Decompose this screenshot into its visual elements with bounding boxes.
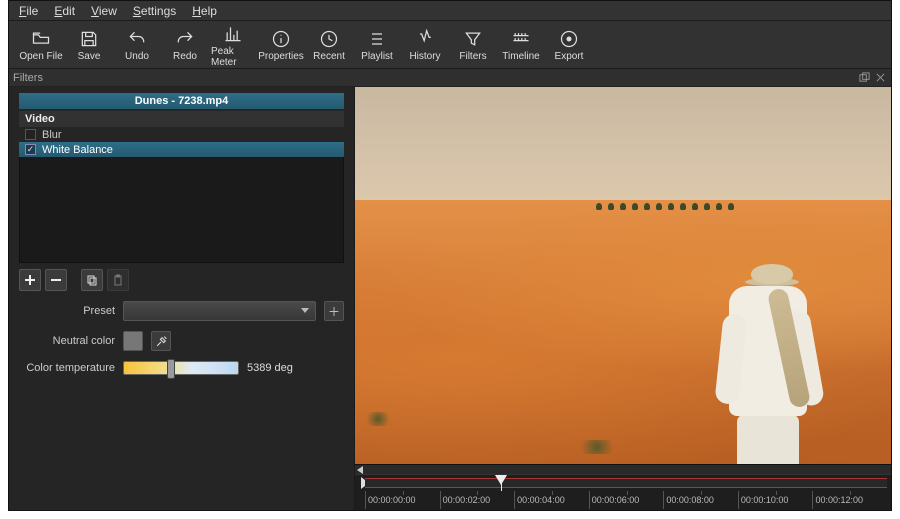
color-temperature-label: Color temperature (19, 362, 115, 374)
eyedropper-button[interactable] (151, 331, 171, 351)
copy-filter-button[interactable] (81, 269, 103, 291)
ruler-tick: 00:00:04:00 (514, 491, 589, 509)
color-temperature-slider[interactable] (123, 361, 239, 375)
filter-checkbox[interactable]: ✓ (25, 144, 36, 155)
preview-pane: 00:00:00:00 00:00:02:00 00:00:04:00 00:0… (355, 87, 891, 510)
ruler-tick: 00:00:00:00 (365, 491, 440, 509)
color-temperature-value: 5389 deg (247, 362, 293, 374)
timeline[interactable]: 00:00:00:00 00:00:02:00 00:00:04:00 00:0… (355, 474, 891, 510)
menu-file[interactable]: File (11, 2, 46, 20)
ruler-tick: 00:00:06:00 (589, 491, 664, 509)
menu-view[interactable]: View (83, 2, 125, 20)
video-preview[interactable] (355, 87, 891, 464)
history-button[interactable]: History (403, 24, 447, 68)
timeline-icon (511, 29, 531, 49)
playlist-button[interactable]: Playlist (355, 24, 399, 68)
neutral-color-swatch[interactable] (123, 331, 143, 351)
toolbar-label: Timeline (502, 51, 539, 62)
toolbar-label: Filters (459, 51, 486, 62)
slider-thumb[interactable] (167, 359, 175, 379)
filter-list-empty-area (19, 157, 344, 263)
menu-edit[interactable]: Edit (46, 2, 83, 20)
main-toolbar: Open File Save Undo Redo Peak Meter Prop… (9, 21, 891, 69)
toolbar-label: Playlist (361, 51, 393, 62)
open-file-icon (31, 29, 51, 49)
save-button[interactable]: Save (67, 24, 111, 68)
panel-title: Filters (13, 72, 43, 84)
undo-button[interactable]: Undo (115, 24, 159, 68)
redo-button[interactable]: Redo (163, 24, 207, 68)
preview-scrollbar[interactable] (355, 464, 891, 474)
menu-bar: File Edit View Settings Help (9, 1, 891, 21)
timeline-ruler: 00:00:00:00 00:00:02:00 00:00:04:00 00:0… (365, 491, 887, 509)
filter-list-controls (19, 269, 344, 291)
filter-label: White Balance (42, 144, 113, 156)
filters-button[interactable]: Filters (451, 24, 495, 68)
ruler-tick: 00:00:08:00 (663, 491, 738, 509)
properties-icon (271, 29, 291, 49)
paste-filter-button[interactable] (107, 269, 129, 291)
open-file-button[interactable]: Open File (19, 24, 63, 68)
filter-label: Blur (42, 129, 62, 141)
preview-bush (575, 440, 619, 454)
filter-item-white-balance[interactable]: ✓ White Balance (19, 142, 344, 157)
ruler-tick: 00:00:02:00 (440, 491, 515, 509)
video-editor-window: File Edit View Settings Help Open File S… (8, 0, 892, 511)
filter-category-video: Video (19, 111, 344, 127)
peak-meter-button[interactable]: Peak Meter (211, 24, 255, 68)
toolbar-label: Save (78, 51, 101, 62)
remove-filter-button[interactable] (45, 269, 67, 291)
history-icon (415, 29, 435, 49)
panel-close-icon[interactable] (874, 71, 887, 84)
preset-combobox[interactable] (123, 301, 316, 321)
preset-label: Preset (19, 305, 115, 317)
preview-bush (363, 412, 393, 426)
preview-horizon (596, 200, 880, 210)
save-icon (79, 29, 99, 49)
filter-list: Blur ✓ White Balance (19, 127, 344, 157)
toolbar-label: Recent (313, 51, 345, 62)
toolbar-label: Redo (173, 51, 197, 62)
properties-button[interactable]: Properties (259, 24, 303, 68)
toolbar-label: Properties (258, 51, 304, 62)
menu-help[interactable]: Help (184, 2, 225, 20)
filter-parameters: Preset ＋ Neutral color Color temperature (9, 301, 354, 375)
timeline-track[interactable] (365, 478, 887, 488)
clip-name-bar: Dunes - 7238.mp4 (19, 93, 344, 109)
playhead-line (501, 483, 502, 491)
filter-item-blur[interactable]: Blur (19, 127, 344, 142)
filters-panel-header: Filters (9, 69, 891, 87)
toolbar-label: Undo (125, 51, 149, 62)
timeline-button[interactable]: Timeline (499, 24, 543, 68)
scroll-left-icon[interactable] (357, 466, 363, 474)
redo-icon (175, 29, 195, 49)
chevron-down-icon (301, 308, 309, 313)
peak-meter-icon (223, 24, 243, 44)
save-preset-button[interactable]: ＋ (324, 301, 344, 321)
toolbar-label: Open File (19, 51, 62, 62)
ruler-tick: 00:00:10:00 (738, 491, 813, 509)
preview-person (711, 264, 821, 464)
recent-icon (319, 29, 339, 49)
undo-icon (127, 29, 147, 49)
ruler-tick: 00:00:12:00 (812, 491, 887, 509)
toolbar-label: Export (555, 51, 584, 62)
export-button[interactable]: Export (547, 24, 591, 68)
add-filter-button[interactable] (19, 269, 41, 291)
menu-settings[interactable]: Settings (125, 2, 184, 20)
filter-checkbox[interactable] (25, 129, 36, 140)
filters-icon (463, 29, 483, 49)
neutral-color-label: Neutral color (19, 335, 115, 347)
panel-float-icon[interactable] (858, 71, 871, 84)
toolbar-label: History (409, 51, 440, 62)
export-icon (559, 29, 579, 49)
playlist-icon (367, 29, 387, 49)
toolbar-label: Peak Meter (211, 46, 255, 68)
filters-panel: Dunes - 7238.mp4 Video Blur ✓ White Bala… (9, 87, 355, 510)
recent-button[interactable]: Recent (307, 24, 351, 68)
eyedropper-icon (155, 335, 168, 348)
